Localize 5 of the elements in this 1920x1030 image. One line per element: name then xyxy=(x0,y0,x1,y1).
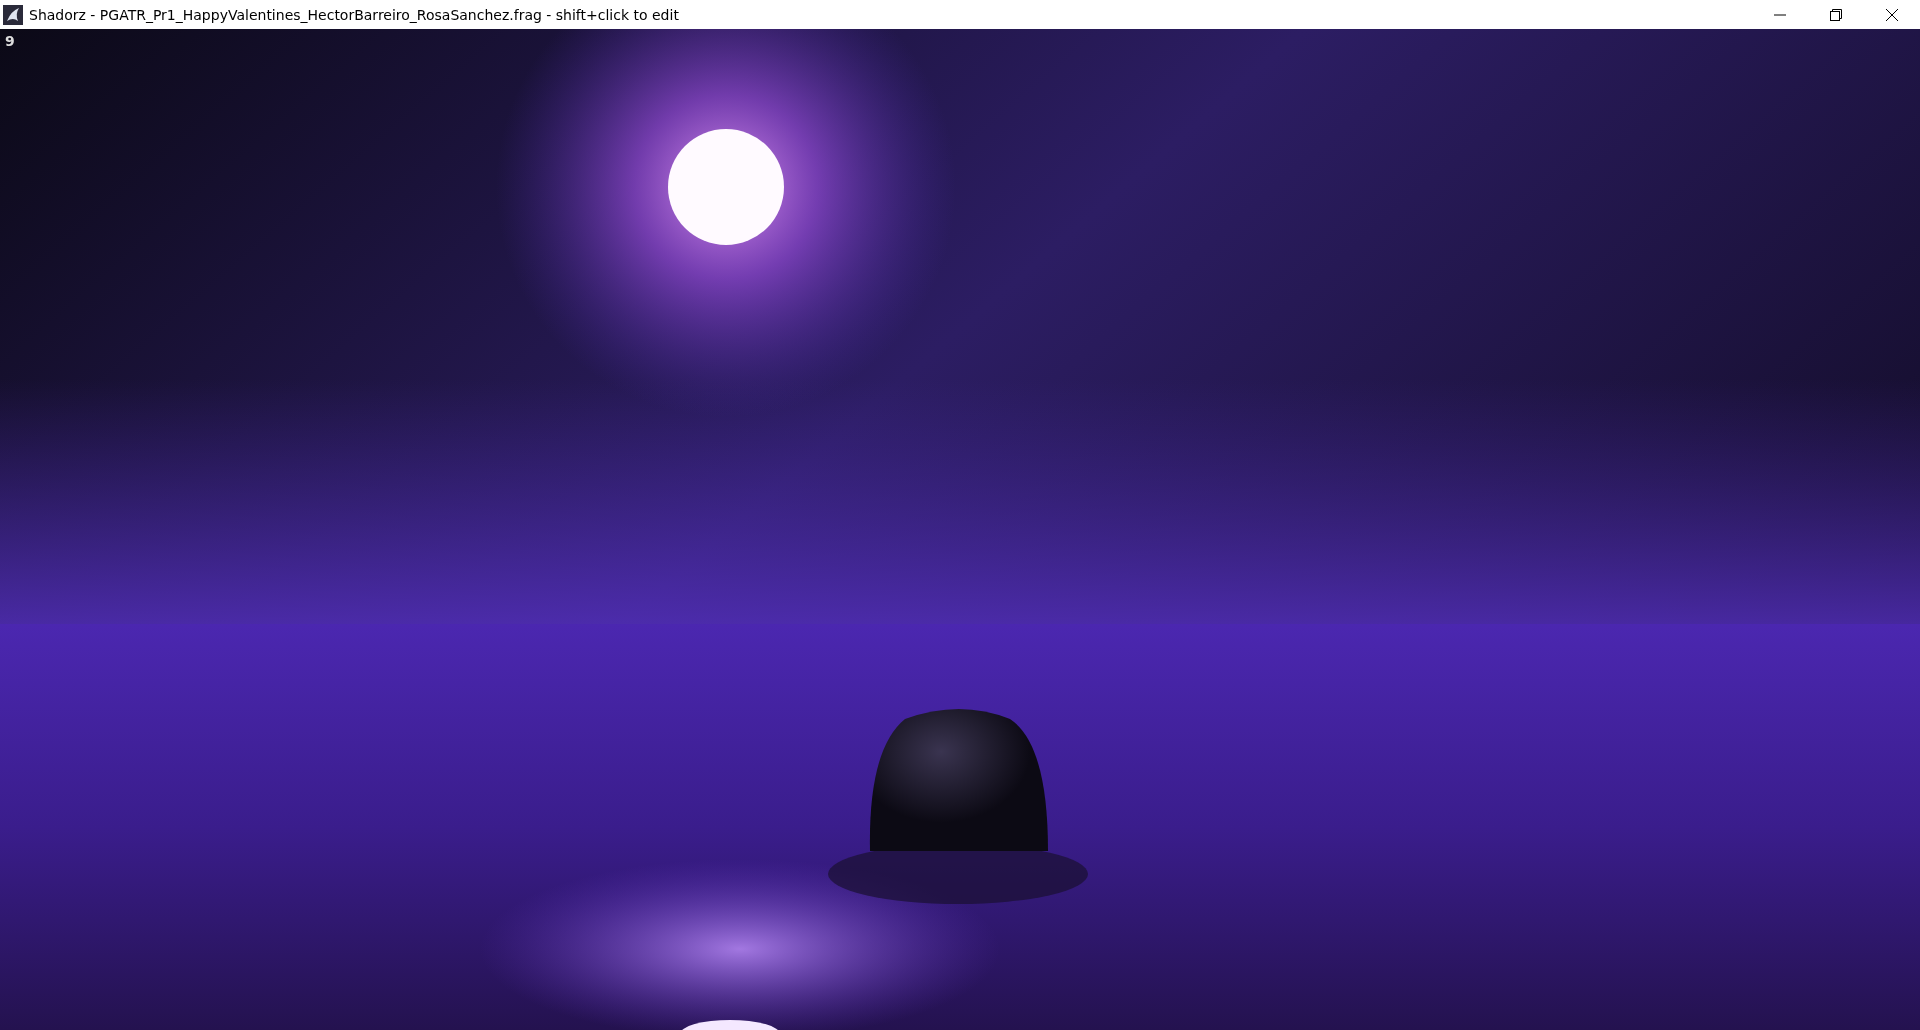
close-icon xyxy=(1886,8,1898,21)
restore-icon xyxy=(1830,8,1842,21)
window-title: Shadorz - PGATR_Pr1_HappyValentines_HectorBarreiro_RosaSanchez.frag - shift+click to edit xyxy=(29,6,680,23)
app-logo-icon xyxy=(3,4,23,25)
frame-counter: 9 xyxy=(5,33,15,49)
